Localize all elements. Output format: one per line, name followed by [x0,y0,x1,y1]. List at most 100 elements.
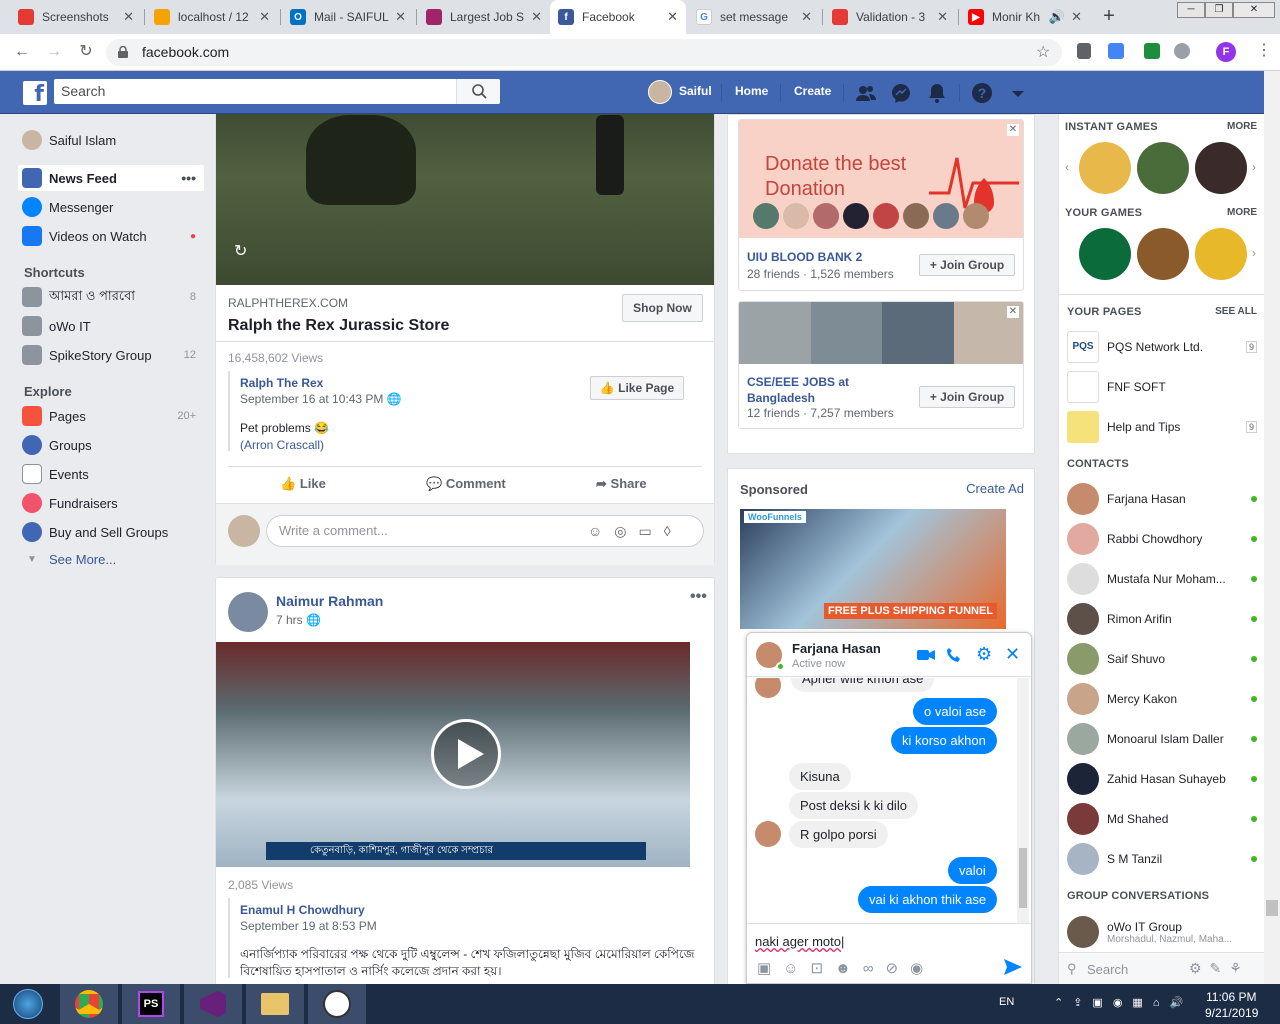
post-options-icon[interactable]: ••• [690,588,707,606]
close-tab-icon[interactable]: ✕ [937,9,948,25]
like-page-button[interactable]: 👍 Like Page [590,376,684,400]
lock-icon[interactable] [118,46,128,58]
scrollbar-thumb[interactable] [1266,900,1278,916]
minimize-button[interactable]: ─ [1177,2,1205,18]
google-translate-extension-icon[interactable] [1108,43,1124,59]
shortcut-item[interactable]: আমরা ও পারবো 8 [18,284,204,310]
create-ad-link[interactable]: Create Ad [966,481,1024,496]
close-tab-icon[interactable]: ✕ [123,9,134,25]
game-icon[interactable] [1195,228,1247,280]
notifications-bell-icon[interactable] [926,82,948,104]
user-avatar[interactable] [648,80,672,104]
game-icon[interactable] [1195,142,1247,194]
group-conversation-item[interactable]: oWo IT Group Morshadul, Nazmul, Maha... [1067,912,1257,952]
browser-tab[interactable]: Largest Job S ✕ [418,0,550,34]
browser-tab[interactable]: ▶ Monir Kh 🔊 ✕ [960,0,1090,34]
explore-buy-sell[interactable]: Buy and Sell Groups [18,519,204,545]
browser-tab[interactable]: localhost / 12 ✕ [146,0,278,34]
profile-avatar[interactable]: F [1216,42,1236,62]
dismiss-icon[interactable]: ✕ [1007,306,1019,318]
see-more-link[interactable]: ▼ See More... [18,546,204,572]
more-options-icon[interactable]: ••• [181,170,196,186]
page-item[interactable]: Help and Tips 9 [1067,408,1257,446]
post-author[interactable]: Naimur Rahman [276,593,383,609]
contact-item[interactable]: Farjana Hasan [1067,480,1257,518]
clock-date[interactable]: 9/21/2019 [1205,1006,1258,1020]
contact-item[interactable]: Rabbi Chowdhory [1067,520,1257,558]
help-question-icon[interactable]: ? [971,82,993,104]
join-group-button[interactable]: + Join Group [919,254,1015,276]
maximize-button[interactable]: ❐ [1205,2,1233,18]
taskbar-phpstorm[interactable]: PS [122,984,180,1024]
chat-scrollbar[interactable] [1017,678,1029,923]
taskbar-chrome[interactable] [60,984,118,1024]
dismiss-icon[interactable]: ✕ [1007,124,1019,136]
friend-requests-icon[interactable] [855,82,877,104]
clock-time[interactable]: 11:06 PM [1206,990,1256,1004]
messenger-icon[interactable] [890,82,912,104]
browser-tab[interactable]: G set message ✕ [688,0,820,34]
comment-button[interactable]: 💬 Comment [426,476,506,492]
mute-tab-icon[interactable]: 🔊 [1049,9,1065,25]
taskbar-explorer[interactable] [246,984,304,1024]
close-tab-icon[interactable]: ✕ [531,9,542,25]
system-tray-icons[interactable]: ⌃⇪▣◉▦⌂🔊 [1054,996,1193,1009]
see-all-link[interactable]: SEE ALL [1215,306,1257,317]
chat-settings-gear-icon[interactable]: ⚙ [976,644,992,665]
contact-item[interactable]: Monoarul Islam Daller [1067,720,1257,758]
contact-item[interactable]: Md Shahed [1067,800,1257,838]
shop-now-button[interactable]: Shop Now [622,294,703,322]
close-chat-icon[interactable]: ✕ [1005,644,1020,665]
address-bar[interactable]: facebook.com [106,39,1062,66]
page-item[interactable]: PQS PQS Network Ltd. 9 [1067,328,1257,366]
eyedropper-extension-icon[interactable] [1077,43,1091,59]
close-tab-icon[interactable]: ✕ [395,9,406,25]
play-icon[interactable] [431,719,501,789]
close-tab-icon[interactable]: ✕ [801,9,812,25]
contact-item[interactable]: Zahid Hasan Suhayeb [1067,760,1257,798]
taskbar-clock-app[interactable] [308,984,366,1024]
chat-contact-name[interactable]: Farjana Hasan [792,641,881,656]
chat-attachment-icons[interactable]: ▣☺⊡☻∞⊘◉ [757,959,935,977]
game-icon[interactable] [1137,142,1189,194]
contact-item[interactable]: Mercy Kakon [1067,680,1257,718]
replay-icon[interactable]: ↻ [234,241,247,261]
explore-pages[interactable]: Pages 20+ [18,403,204,429]
close-tab-icon[interactable]: ✕ [1071,9,1082,25]
back-arrow-icon[interactable]: ← [12,42,32,62]
message-input[interactable]: naki ager moto| [755,934,844,949]
facebook-logo-icon[interactable]: f [23,81,47,107]
more-link[interactable]: MORE [1227,121,1257,132]
left-nav-profile[interactable]: Saiful Islam [18,127,204,153]
page-scrollbar[interactable] [1264,71,1280,984]
game-icon[interactable] [1079,228,1131,280]
contact-item[interactable]: Mustafa Nur Moham... [1067,560,1257,598]
left-nav-videos[interactable]: Videos on Watch ● [18,223,204,249]
post-video[interactable]: কেতুনবাড়ি, কাশিমপুর, গাজীপুর থেকে সম্প্… [216,642,690,867]
browser-tab[interactable]: Validation - 3 ✕ [824,0,956,34]
shared-page-name[interactable]: Ralph The Rex [240,376,323,390]
profile-link[interactable]: Saiful [679,84,712,98]
chat-search-input[interactable]: Search [1087,962,1128,977]
reload-icon[interactable]: ↻ [76,42,96,62]
taskbar-visual-studio[interactable] [184,984,242,1024]
author-avatar[interactable] [228,592,268,632]
contact-item[interactable]: Saif Shuvo [1067,640,1257,678]
game-icon[interactable] [1079,142,1131,194]
group-name[interactable]: UIU BLOOD BANK 2 [747,250,862,264]
account-menu-caret-icon[interactable] [1007,82,1029,104]
group-name[interactable]: CSE/EEE JOBS at Bangladesh [747,374,867,406]
group-banner[interactable] [739,302,1023,364]
join-group-button[interactable]: + Join Group [919,386,1015,408]
search-input[interactable]: Search [54,79,500,104]
chevron-right-icon[interactable]: › [1252,246,1256,260]
like-button[interactable]: 👍 Like [280,476,326,492]
send-icon[interactable] [1004,959,1022,975]
explore-events[interactable]: Events [18,461,204,487]
phone-call-icon[interactable] [946,647,962,663]
browser-tab-active[interactable]: f Facebook ✕ [550,0,686,34]
close-tab-icon[interactable]: ✕ [667,9,678,25]
start-button[interactable] [0,984,56,1024]
comment-attachment-icons[interactable]: ☺◎▭◊ [588,523,683,540]
chat-settings-icons[interactable]: ⚙✎⚘ [1189,960,1250,977]
